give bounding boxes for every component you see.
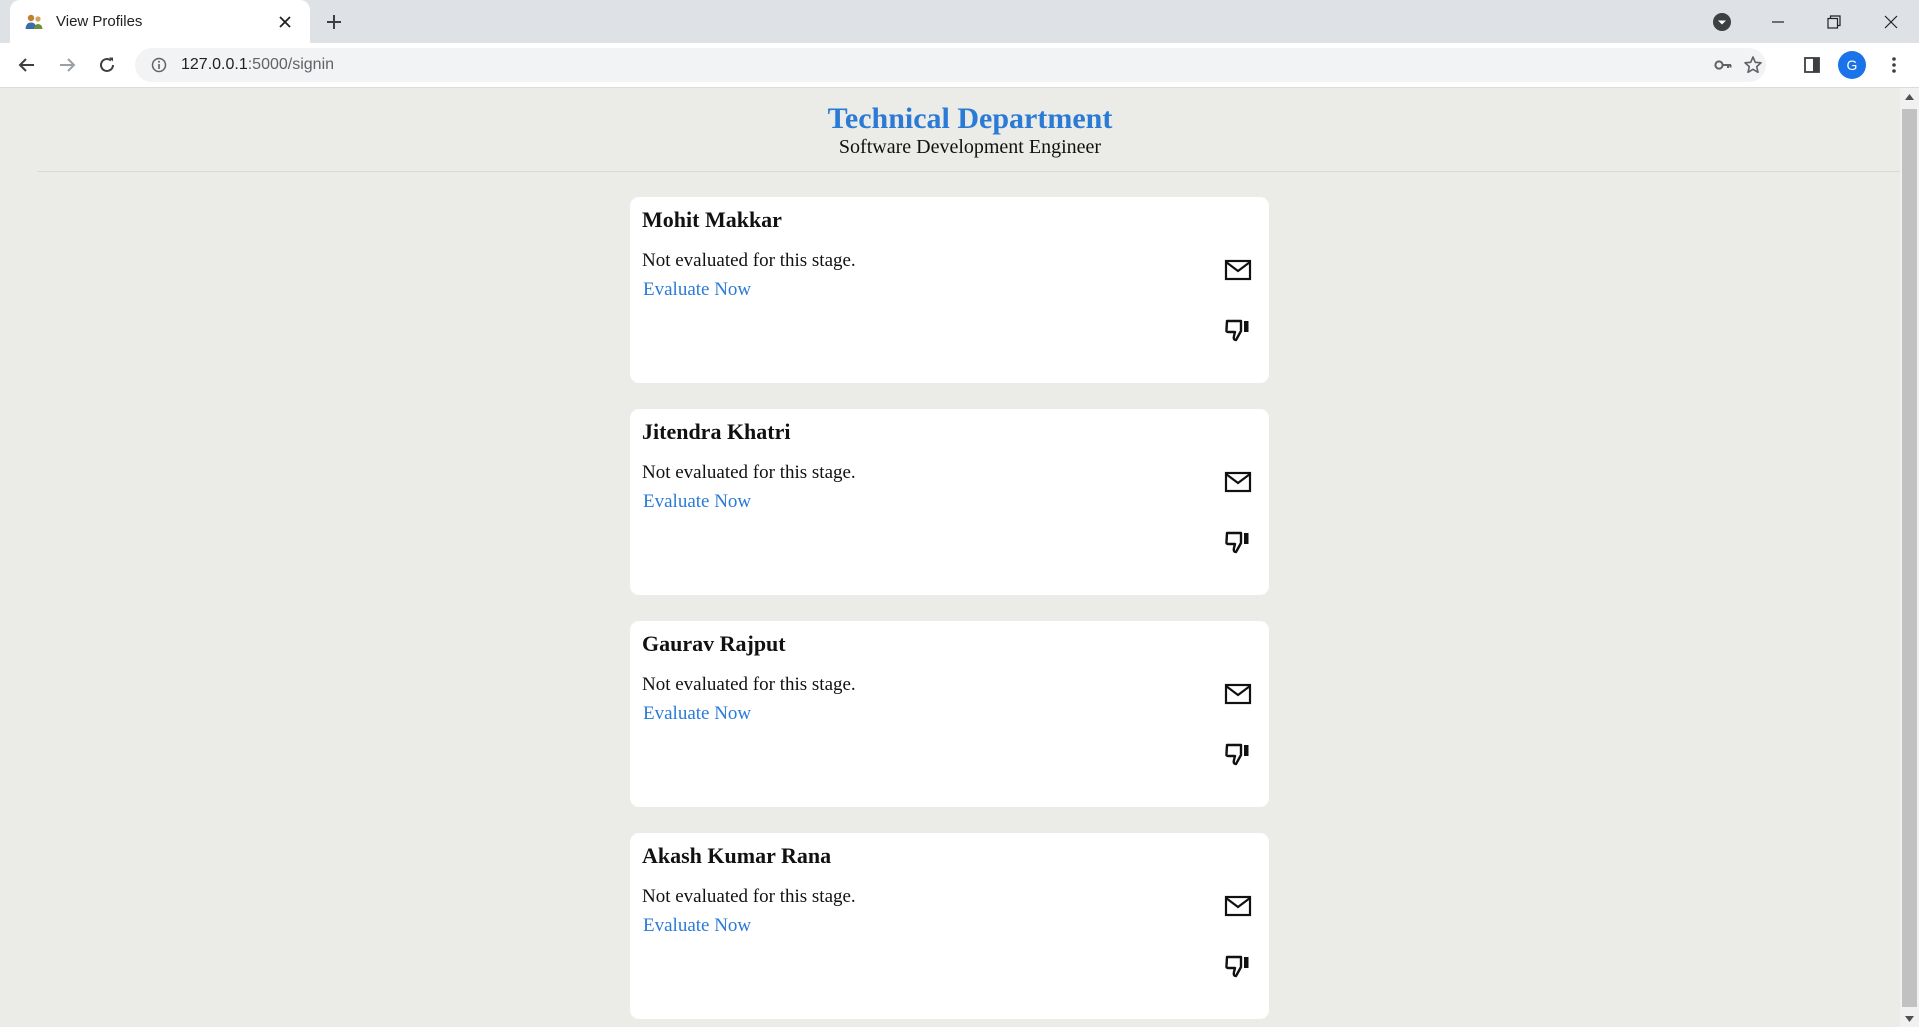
candidate-name: Mohit Makkar — [642, 207, 782, 232]
evaluation-status: Not evaluated for this stage. — [642, 462, 856, 483]
thumbs-down-icon[interactable] — [1223, 315, 1253, 345]
thumbs-down-icon[interactable] — [1223, 527, 1253, 557]
mail-icon[interactable] — [1223, 467, 1253, 497]
new-tab-button[interactable] — [320, 8, 348, 36]
scroll-down-arrow-icon[interactable] — [1900, 1010, 1919, 1027]
candidate-card: Mohit Makkar Not evaluated for this stag… — [630, 197, 1269, 383]
tab-search-button[interactable] — [1694, 0, 1750, 43]
role-subtitle: Software Development Engineer — [838, 136, 1102, 158]
reload-icon[interactable] — [92, 50, 122, 80]
candidate-name: Akash Kumar Rana — [642, 843, 832, 868]
url-path: :5000/signin — [247, 56, 335, 73]
browser-tab[interactable]: View Profiles — [10, 0, 310, 43]
thumbs-down-icon[interactable] — [1223, 951, 1253, 981]
header-divider — [38, 171, 1900, 172]
candidate-name: Jitendra Khatri — [642, 419, 791, 444]
page-content: Technical Department Software Developmen… — [0, 88, 1900, 1027]
bookmark-star-icon[interactable] — [1738, 50, 1768, 80]
site-info-icon[interactable] — [149, 55, 169, 75]
candidate-card: Gaurav Rajput Not evaluated for this sta… — [630, 621, 1269, 807]
evaluate-now-link[interactable]: Evaluate Now — [643, 703, 751, 725]
evaluation-status: Not evaluated for this stage. — [642, 674, 856, 695]
people-favicon-icon — [24, 12, 44, 32]
department-title: Technical Department — [827, 102, 1113, 135]
mail-icon[interactable] — [1223, 255, 1253, 285]
key-icon[interactable] — [1708, 50, 1738, 80]
side-panel-icon[interactable] — [1797, 50, 1827, 80]
candidate-card: Jitendra Khatri Not evaluated for this s… — [630, 409, 1269, 595]
browser-tab-bar: View Profiles — [0, 0, 1919, 43]
evaluation-status: Not evaluated for this stage. — [642, 886, 856, 907]
scrollbar-thumb[interactable] — [1902, 109, 1917, 1007]
minimize-icon[interactable] — [1750, 0, 1806, 43]
profile-avatar[interactable]: G — [1838, 51, 1866, 79]
back-arrow-icon[interactable] — [12, 50, 42, 80]
candidate-name: Gaurav Rajput — [642, 631, 786, 656]
browser-toolbar: 127.0.0.1:5000/signin G — [0, 43, 1919, 88]
evaluate-now-link[interactable]: Evaluate Now — [643, 279, 751, 301]
close-window-icon[interactable] — [1863, 0, 1919, 43]
forward-arrow-icon[interactable] — [52, 50, 82, 80]
scroll-up-arrow-icon[interactable] — [1900, 88, 1919, 105]
tab-title: View Profiles — [56, 13, 143, 30]
close-tab-icon[interactable] — [274, 11, 296, 33]
mail-icon[interactable] — [1223, 679, 1253, 709]
menu-kebab-icon[interactable] — [1879, 50, 1909, 80]
thumbs-down-icon[interactable] — [1223, 739, 1253, 769]
url-host: 127.0.0.1 — [181, 56, 248, 73]
candidate-card: Akash Kumar Rana Not evaluated for this … — [630, 833, 1269, 1019]
mail-icon[interactable] — [1223, 891, 1253, 921]
evaluate-now-link[interactable]: Evaluate Now — [643, 915, 751, 937]
vertical-scrollbar[interactable] — [1900, 88, 1919, 1027]
restore-icon[interactable] — [1806, 0, 1862, 43]
evaluate-now-link[interactable]: Evaluate Now — [643, 491, 751, 513]
address-bar[interactable]: 127.0.0.1:5000/signin — [135, 48, 1766, 82]
url-text: 127.0.0.1:5000/signin — [181, 56, 334, 74]
evaluation-status: Not evaluated for this stage. — [642, 250, 856, 271]
